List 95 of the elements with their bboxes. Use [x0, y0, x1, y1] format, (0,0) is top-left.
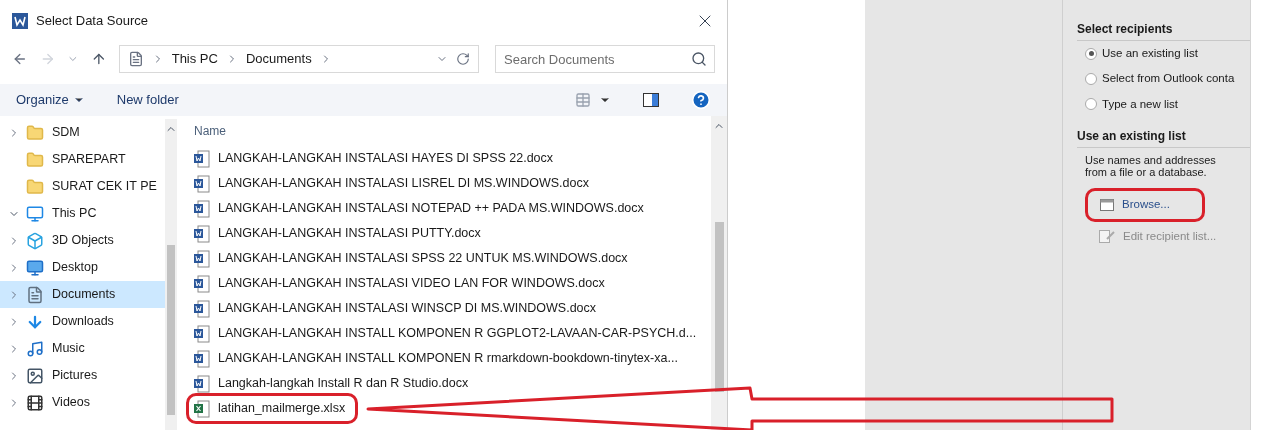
help-icon[interactable]	[691, 90, 711, 110]
sidebar-item[interactable]: Downloads	[0, 308, 165, 335]
file-row[interactable]: LANGKAH-LANGKAH INSTALL KOMPONEN R rmarkdown-bookdown-tinytex-xa...	[194, 346, 707, 371]
excel-file-icon	[194, 399, 210, 418]
sidebar-item[interactable]: Documents	[0, 281, 165, 308]
scrollbar[interactable]	[711, 116, 727, 430]
file-row[interactable]: latihan_mailmerge.xlsx	[194, 396, 707, 421]
sidebar-item[interactable]: 3D Objects	[0, 227, 165, 254]
sidebar-item[interactable]: SPAREPART	[0, 146, 165, 173]
word-file-icon	[194, 299, 210, 318]
sidebar-label: This PC	[52, 205, 97, 223]
folder-icon	[26, 150, 44, 169]
sidebar-item[interactable]: Videos	[0, 389, 165, 416]
sidebar-label: SDM	[52, 124, 80, 142]
scrollbar[interactable]	[164, 119, 177, 430]
refresh-icon[interactable]	[456, 52, 470, 66]
sidebar-label: Videos	[52, 394, 90, 412]
sidebar-item[interactable]: Music	[0, 335, 165, 362]
file-row[interactable]: LANGKAH-LANGKAH INSTALL KOMPONEN R GGPLOT2-LAVAAN-CAR-PSYCH.d...	[194, 321, 707, 346]
calendar-icon	[1100, 198, 1114, 211]
address-bar[interactable]: This PC Documents	[118, 45, 479, 73]
sidebar-item[interactable]: SDM	[0, 119, 165, 146]
monitor-icon	[26, 204, 44, 223]
sidebar-label: Pictures	[52, 367, 98, 385]
word-file-icon	[194, 374, 210, 393]
file-name: latihan_mailmerge.xlsx	[218, 400, 346, 418]
file-name: LANGKAH-LANGKAH INSTALL KOMPONEN R GGPLOT2-LAVAAN-CAR-PSYCH.d...	[218, 325, 697, 343]
file-name: LANGKAH-LANGKAH INSTALASI LISREL DI MS.WINDOWS.docx	[218, 175, 589, 193]
file-name: LANGKAH-LANGKAH INSTALASI HAYES DI SPSS 22.docx	[218, 150, 554, 168]
view-options-icon[interactable]	[575, 92, 591, 108]
document-icon	[26, 285, 44, 304]
word-file-icon	[194, 174, 210, 193]
sidebar-item[interactable]: This PC	[0, 200, 165, 227]
file-name: LANGKAH-LANGKAH INSTALL KOMPONEN R rmarkdown-bookdown-tinytex-xa...	[218, 350, 678, 368]
breadcrumb-item[interactable]: Documents	[245, 49, 312, 69]
file-row[interactable]: LANGKAH-LANGKAH INSTALASI VIDEO LAN FOR WINDOWS.docx	[194, 271, 707, 296]
breadcrumb-item[interactable]: This PC	[171, 49, 218, 69]
sidebar-label: Desktop	[52, 259, 98, 277]
radio-button[interactable]	[1085, 47, 1097, 60]
sidebar-item[interactable]: Desktop	[0, 254, 165, 281]
file-name: Langkah-langkah Install R dan R Studio.docx	[218, 375, 469, 393]
edit-list-icon	[1099, 228, 1115, 245]
file-name: LANGKAH-LANGKAH INSTALASI SPSS 22 UNTUK MS.WINDOWS.docx	[218, 250, 628, 268]
file-row[interactable]: LANGKAH-LANGKAH INSTALASI PUTTY.docx	[194, 221, 707, 246]
folder-icon	[26, 123, 44, 142]
window-title: Select Data Source	[36, 12, 148, 31]
file-row[interactable]: LANGKAH-LANGKAH INSTALASI WINSCP DI MS.WINDOWS.docx	[194, 296, 707, 321]
file-row[interactable]: Langkah-langkah Install R dan R Studio.docx	[194, 371, 707, 396]
column-header[interactable]: Name	[194, 122, 226, 140]
word-file-icon	[194, 199, 210, 218]
file-row[interactable]: LANGKAH-LANGKAH INSTALASI LISREL DI MS.WINDOWS.docx	[194, 171, 707, 196]
file-name: LANGKAH-LANGKAH INSTALASI WINSCP DI MS.WINDOWS.docx	[218, 300, 597, 318]
word-app-icon	[12, 13, 28, 29]
folder-icon	[26, 177, 44, 196]
sidebar-label: SURAT CEK IT PE	[52, 178, 157, 196]
word-file-icon	[194, 149, 210, 168]
radio-button[interactable]	[1085, 72, 1097, 85]
picture-icon	[26, 366, 44, 385]
sidebar-label: Music	[52, 340, 85, 358]
file-row[interactable]: LANGKAH-LANGKAH INSTALASI HAYES DI SPSS 22.docx	[194, 146, 707, 171]
sidebar-label: Downloads	[52, 313, 114, 331]
search-icon[interactable]	[691, 51, 707, 67]
file-row[interactable]: LANGKAH-LANGKAH INSTALASI SPSS 22 UNTUK MS.WINDOWS.docx	[194, 246, 707, 271]
sidebar-item[interactable]: Pictures	[0, 362, 165, 389]
file-name: LANGKAH-LANGKAH INSTALASI NOTEPAD ++ PADA MS.WINDOWS.docx	[218, 200, 644, 218]
organize-menu[interactable]: Organize	[16, 90, 85, 110]
word-file-icon	[194, 249, 210, 268]
description-text: Use names and addresses from a file or a database.	[1084, 153, 1217, 178]
browse-button[interactable]: Browse...	[1088, 196, 1170, 214]
file-row[interactable]: LANGKAH-LANGKAH INSTALASI NOTEPAD ++ PADA MS.WINDOWS.docx	[194, 196, 707, 221]
sidebar-item[interactable]: SURAT CEK IT PE	[0, 173, 165, 200]
document-icon	[127, 51, 144, 67]
new-folder-button[interactable]: New folder	[116, 90, 179, 110]
radio-label: Type a new list	[1102, 96, 1179, 112]
cube-icon	[26, 231, 44, 250]
file-name: LANGKAH-LANGKAH INSTALASI PUTTY.docx	[218, 225, 481, 243]
word-file-icon	[194, 349, 210, 368]
radio-button[interactable]	[1085, 98, 1097, 111]
section-heading: Select recipients	[1077, 20, 1250, 41]
radio-label: Use an existing list	[1102, 46, 1198, 61]
section-heading: Use an existing list	[1077, 126, 1250, 148]
sidebar-label: Documents	[52, 286, 116, 304]
film-icon	[26, 393, 44, 412]
word-file-icon	[194, 224, 210, 243]
monitor-icon	[26, 258, 44, 277]
up-arrow-icon[interactable]	[91, 51, 107, 67]
music-note-icon	[26, 339, 44, 358]
sidebar-label: SPAREPART	[52, 151, 126, 169]
search-field[interactable]: Search Documents	[495, 45, 715, 73]
word-file-icon	[194, 324, 210, 343]
radio-label: Select from Outlook conta	[1102, 71, 1235, 87]
preview-pane-icon[interactable]	[643, 93, 659, 107]
sidebar-label: 3D Objects	[52, 232, 114, 250]
file-name: LANGKAH-LANGKAH INSTALASI VIDEO LAN FOR WINDOWS.docx	[218, 275, 605, 293]
word-file-icon	[194, 274, 210, 293]
